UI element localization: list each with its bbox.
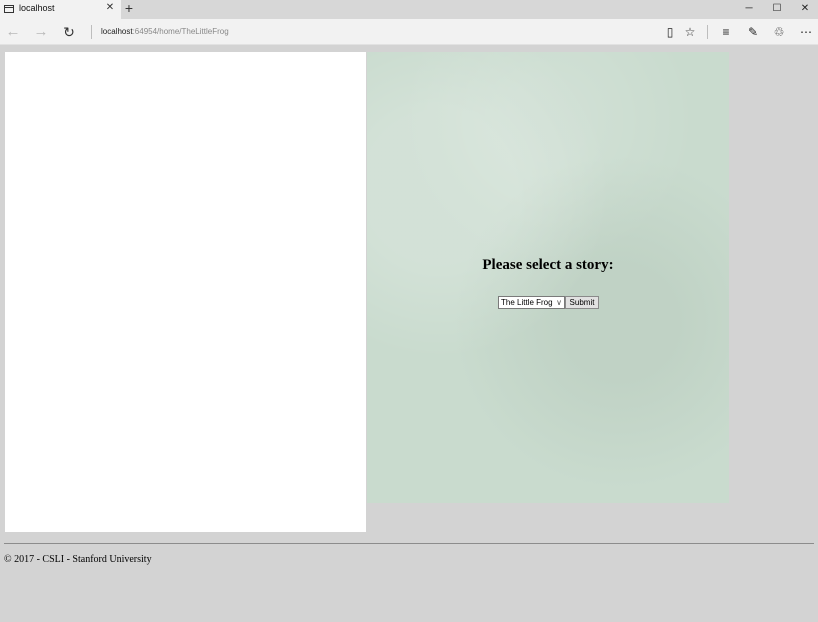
close-window-button[interactable]: ✕ — [791, 0, 818, 19]
page-icon — [4, 5, 14, 13]
minimize-button[interactable]: ─ — [735, 0, 763, 19]
page-title: Please select a story: — [482, 257, 614, 273]
reading-view-icon[interactable]: ▯ — [662, 24, 678, 40]
browser-tab[interactable]: localhost ✕ — [0, 0, 121, 19]
share-icon[interactable]: ♲ — [771, 24, 787, 40]
browser-toolbar: ← → ↻ localhost:64954/home/TheLittleFrog… — [0, 19, 818, 45]
story-form: The Little Frog ∨ Submit — [498, 296, 599, 309]
new-tab-button[interactable]: + — [123, 0, 135, 17]
chevron-down-icon: ∨ — [556, 298, 562, 307]
story-select[interactable]: The Little Frog ∨ — [498, 296, 565, 309]
forward-arrow-icon[interactable]: → — [31, 23, 51, 41]
address-field[interactable]: localhost:64954/home/TheLittleFrog — [101, 27, 229, 36]
url-host: localhost — [101, 27, 133, 36]
url-path: :64954/home/TheLittleFrog — [132, 27, 229, 36]
browser-titlebar: localhost ✕ + ─ ☐ ✕ — [0, 0, 818, 19]
web-note-icon[interactable]: ✎ — [745, 24, 761, 40]
story-panel: Please select a story: The Little Frog ∨… — [367, 52, 729, 503]
submit-button[interactable]: Submit — [565, 296, 599, 309]
tab-close-icon[interactable]: ✕ — [105, 2, 115, 13]
hub-icon[interactable]: ≡ — [718, 24, 734, 40]
footer-text: © 2017 - CSLI - Stanford University — [4, 554, 152, 565]
toolbar-divider — [707, 25, 708, 39]
story-select-value: The Little Frog — [501, 298, 553, 307]
more-icon[interactable]: ⋯ — [798, 24, 814, 40]
maximize-button[interactable]: ☐ — [763, 0, 791, 19]
back-arrow-icon[interactable]: ← — [3, 23, 23, 41]
refresh-icon[interactable]: ↻ — [59, 23, 79, 41]
favorite-star-icon[interactable]: ☆ — [682, 24, 698, 40]
tab-title: localhost — [19, 3, 55, 13]
footer-divider — [4, 543, 814, 544]
address-divider — [91, 25, 92, 39]
left-blank-panel — [5, 52, 366, 532]
